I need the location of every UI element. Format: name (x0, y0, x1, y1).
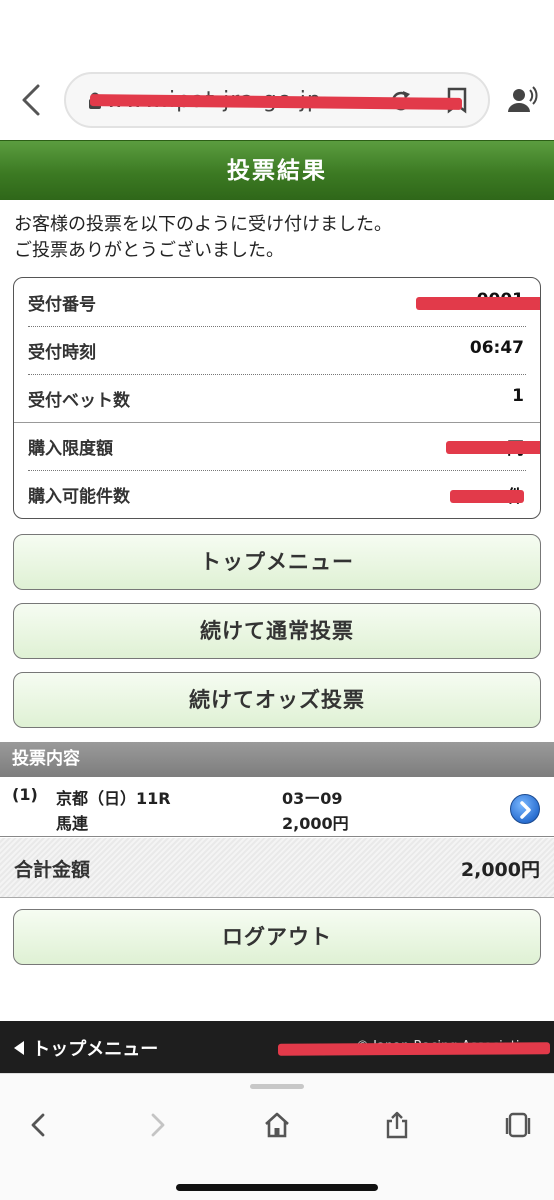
info-row-receipt-time: 受付時刻 06:47 (14, 326, 540, 374)
redaction-bar (450, 490, 524, 503)
info-value: 1 (512, 386, 524, 406)
nav-forward-icon[interactable] (142, 1110, 172, 1140)
detail-arrow-icon[interactable] (510, 794, 540, 824)
receipt-info-box: 受付番号 0001 受付時刻 06:47 受付ベット数 1 購入限度額 円 購入… (13, 277, 541, 519)
drag-handle[interactable] (250, 1084, 304, 1089)
bet-type: 馬連 (56, 814, 89, 833)
page-title: 投票結果 (0, 140, 554, 200)
triangle-left-icon (14, 1041, 24, 1055)
person-voice-icon[interactable] (506, 84, 538, 116)
browser-toolbar: www.ipat.jra.go.jp (0, 0, 554, 140)
message-line-1: お客様の投票を以下のように受け付けました。 (14, 214, 392, 235)
logout-button[interactable]: ログアウト (13, 909, 541, 965)
bet-index: (1) (12, 785, 38, 804)
info-label: 購入可能件数 (28, 487, 130, 507)
nav-back-icon[interactable] (24, 1110, 54, 1140)
info-label: 受付時刻 (28, 343, 96, 363)
tabs-icon[interactable] (502, 1110, 532, 1140)
continue-odds-vote-button[interactable]: 続けてオッズ投票 (13, 672, 541, 728)
home-indicator (176, 1184, 378, 1191)
redaction-bar (416, 297, 540, 310)
redaction-bar (446, 441, 540, 454)
home-icon[interactable] (262, 1110, 292, 1140)
info-value: 06:47 (469, 338, 524, 358)
footer-link-label: トップメニュー (32, 1039, 159, 1060)
bet-race: 京都（日）11R (56, 789, 171, 808)
site-footer: トップメニュー © Japan Racing Association (0, 1021, 554, 1073)
info-label: 購入限度額 (28, 439, 113, 459)
browser-bottom-toolbar (0, 1073, 554, 1200)
top-menu-button[interactable]: トップメニュー (13, 534, 541, 590)
browser-back-icon[interactable] (14, 80, 50, 120)
message-line-2: ご投票ありがとうございました。 (14, 240, 284, 261)
info-label: 受付番号 (28, 295, 96, 315)
share-icon[interactable] (382, 1110, 412, 1140)
total-amount-row: 合計金額 2,000円 (0, 838, 554, 898)
bet-detail-row[interactable]: (1) 京都（日）11R 馬連 03ー09 2,000円 (0, 777, 554, 837)
total-value: 2,000円 (460, 859, 540, 881)
info-row-bet-count: 受付ベット数 1 (14, 374, 540, 422)
continue-normal-vote-button[interactable]: 続けて通常投票 (13, 603, 541, 659)
bet-amount: 2,000円 (282, 814, 349, 833)
redaction-bar (277, 1042, 551, 1056)
address-bar[interactable]: www.ipat.jra.go.jp (64, 72, 490, 128)
bet-combination: 03ー09 (282, 789, 343, 808)
footer-top-menu-link[interactable]: トップメニュー (12, 1035, 158, 1061)
confirmation-message: お客様の投票を以下のように受け付けました。 ご投票ありがとうございました。 (14, 212, 392, 264)
info-label: 受付ベット数 (28, 391, 130, 411)
total-label: 合計金額 (14, 859, 91, 881)
bet-contents-header: 投票内容 (0, 742, 554, 777)
